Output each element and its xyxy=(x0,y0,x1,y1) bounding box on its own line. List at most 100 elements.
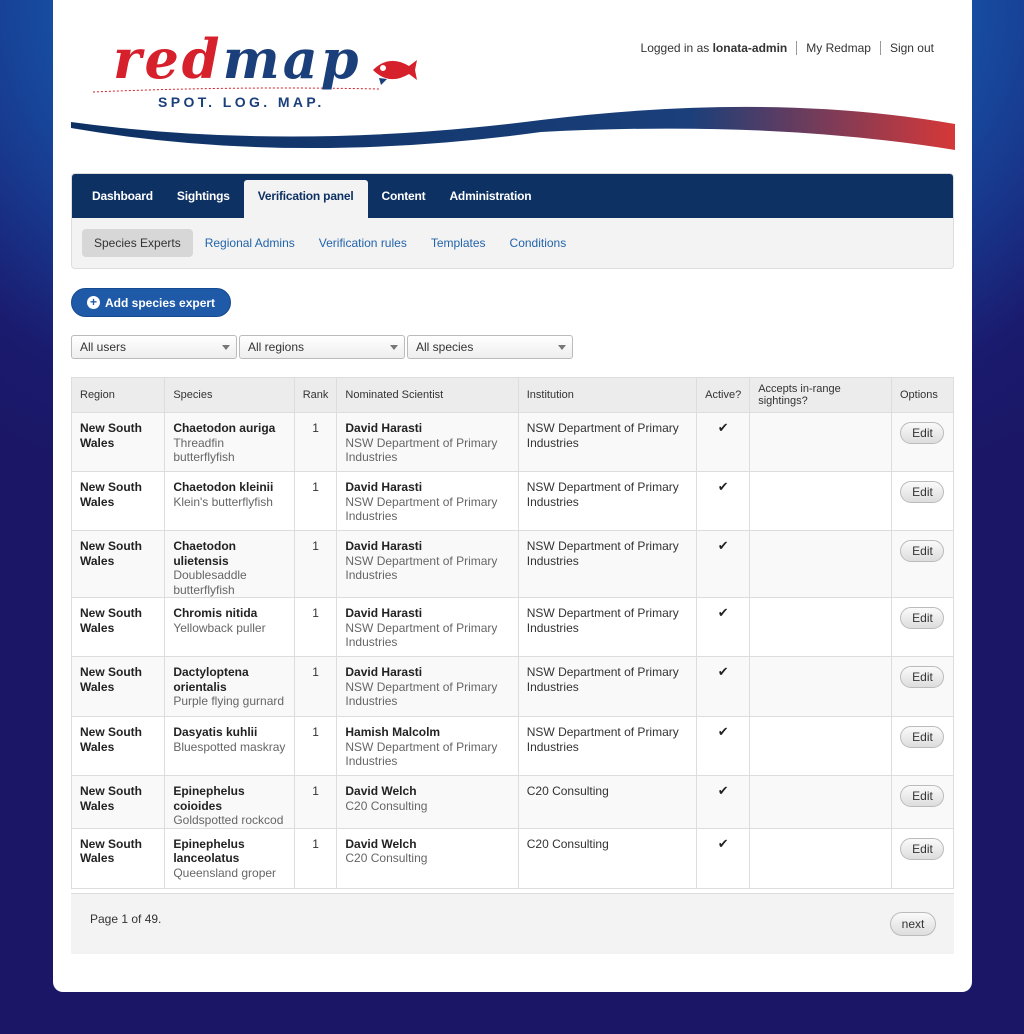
row-scientist: David Harasti xyxy=(345,421,423,435)
row-scientist: Hamish Malcolm xyxy=(345,725,441,739)
row-species: Chaetodon auriga xyxy=(173,421,276,435)
subtab-conditions[interactable]: Conditions xyxy=(498,229,579,257)
row-accepts xyxy=(749,597,892,657)
row-common-name: Bluespotted maskray xyxy=(173,739,286,754)
pagination-bar: Page 1 of 49. next xyxy=(71,893,954,954)
row-rank: 1 xyxy=(293,775,337,828)
row-scientist: David Harasti xyxy=(345,480,423,494)
filters: All users All regions All species xyxy=(71,335,575,359)
row-region: New South Wales xyxy=(80,480,142,509)
tab-dashboard[interactable]: Dashboard xyxy=(82,180,163,218)
row-scientist: David Harasti xyxy=(345,539,423,553)
header-swoosh xyxy=(71,106,955,150)
logo-wordmark: redmap xyxy=(113,27,362,91)
row-species: Epinephelus lanceolatus xyxy=(173,836,245,866)
col-accepts[interactable]: Accepts in-range sightings? xyxy=(749,377,892,413)
edit-button[interactable]: Edit xyxy=(900,422,945,444)
col-options: Options xyxy=(890,377,954,413)
row-species: Epinephelus coioides xyxy=(173,784,245,813)
regions-filter-value: All regions xyxy=(248,340,305,354)
check-icon: ✔ xyxy=(717,420,729,435)
edit-button[interactable]: Edit xyxy=(900,540,945,562)
username: lonata-admin xyxy=(712,41,788,55)
row-common-name: Yellowback puller xyxy=(173,620,266,635)
add-species-expert-button[interactable]: + Add species expert xyxy=(71,288,232,317)
col-active[interactable]: Active? xyxy=(696,377,750,413)
edit-button[interactable]: Edit xyxy=(900,666,945,688)
table-row: New South Wales Epinephelus lanceolatus Q… xyxy=(70,827,954,888)
row-rank: 1 xyxy=(293,827,337,888)
row-species: Chaetodon ulietensis xyxy=(173,539,236,568)
my-redmap-link[interactable]: My Redmap xyxy=(806,41,871,55)
tab-content[interactable]: Content xyxy=(372,180,436,218)
row-institution: NSW Department of Primary Industries xyxy=(517,471,697,531)
row-rank: 1 xyxy=(293,412,337,472)
subtab-verification-rules[interactable]: Verification rules xyxy=(307,229,419,257)
user-links: Logged in as lonata-admin My Redmap Sign… xyxy=(641,41,934,55)
col-rank[interactable]: Rank xyxy=(293,377,337,413)
row-scientist: David Welch xyxy=(345,784,417,798)
row-accepts xyxy=(749,775,892,828)
chevron-down-icon xyxy=(558,345,566,350)
subtab-species-experts[interactable]: Species Experts xyxy=(82,229,193,257)
col-region[interactable]: Region xyxy=(70,377,165,413)
edit-button[interactable]: Edit xyxy=(900,785,945,807)
edit-button[interactable]: Edit xyxy=(900,726,945,748)
tab-administration[interactable]: Administration xyxy=(439,180,541,218)
add-button-label: Add species expert xyxy=(105,295,216,310)
divider xyxy=(879,41,881,55)
page-info: Page 1 of 49. xyxy=(90,912,162,926)
row-scientist-inst: NSW Department of Primary Industries xyxy=(345,739,498,769)
row-accepts xyxy=(749,656,892,717)
table-row: New South Wales Chaetodon ulietensis Doub… xyxy=(70,530,954,598)
species-filter-select[interactable]: All species xyxy=(407,335,573,359)
row-accepts xyxy=(749,827,892,888)
logged-in-label: Logged in as xyxy=(640,41,710,55)
subtab-templates[interactable]: Templates xyxy=(419,229,498,257)
table-header-row: Region Species Rank Nominated Scientist … xyxy=(70,377,954,413)
regions-filter-select[interactable]: All regions xyxy=(239,335,405,359)
check-icon: ✔ xyxy=(717,479,729,494)
row-institution: C20 Consulting xyxy=(517,775,697,828)
users-filter-select[interactable]: All users xyxy=(71,335,237,359)
table-row: New South Wales Dactyloptena orientalis P… xyxy=(70,656,954,717)
row-species: Dasyatis kuhlii xyxy=(173,725,258,739)
page-container: redmap SPOT. LOG. MAP. Logged in as lona… xyxy=(53,0,972,992)
row-common-name: Klein's butterflyfish xyxy=(173,494,273,509)
next-page-button[interactable]: next xyxy=(890,912,936,936)
row-institution: C20 Consulting xyxy=(517,827,697,888)
row-institution: NSW Department of Primary Industries xyxy=(517,597,697,657)
edit-button[interactable]: Edit xyxy=(900,607,945,629)
row-species: Chromis nitida xyxy=(173,606,258,620)
row-scientist: David Harasti xyxy=(345,665,423,679)
row-species: Chaetodon kleinii xyxy=(173,480,274,494)
sign-out-link[interactable]: Sign out xyxy=(890,41,934,55)
row-common-name: Purple flying gurnard xyxy=(173,694,285,708)
check-icon: ✔ xyxy=(717,783,729,798)
row-accepts xyxy=(749,471,892,531)
check-icon: ✔ xyxy=(717,724,729,739)
row-region: New South Wales xyxy=(80,665,142,694)
edit-button[interactable]: Edit xyxy=(900,837,945,860)
subtab-regional-admins[interactable]: Regional Admins xyxy=(193,229,307,257)
tab-verification-panel[interactable]: Verification panel xyxy=(243,180,368,218)
edit-button[interactable]: Edit xyxy=(900,481,945,503)
nav-tabs: Dashboard Sightings Verification panel C… xyxy=(72,174,953,218)
row-scientist-inst: NSW Department of Primary Industries xyxy=(345,679,498,709)
col-scientist[interactable]: Nominated Scientist xyxy=(336,377,519,413)
row-common-name: Threadfin butterflyfish xyxy=(173,435,235,465)
row-common-name: Goldspotted rockcod xyxy=(173,813,284,827)
row-region: New South Wales xyxy=(80,784,142,813)
plus-circle-icon: + xyxy=(87,296,100,309)
row-region: New South Wales xyxy=(80,539,142,568)
check-icon: ✔ xyxy=(717,538,729,553)
check-icon: ✔ xyxy=(717,664,729,679)
row-rank: 1 xyxy=(293,471,337,531)
row-rank: 1 xyxy=(293,597,337,657)
col-institution[interactable]: Institution xyxy=(517,377,697,413)
table-row: New South Wales Dasyatis kuhlii Bluespott… xyxy=(70,716,954,776)
tab-sightings[interactable]: Sightings xyxy=(167,180,240,218)
col-species[interactable]: Species xyxy=(164,377,295,413)
row-scientist: David Harasti xyxy=(345,606,423,620)
table-row: New South Wales Epinephelus coioides Gold… xyxy=(70,775,954,828)
